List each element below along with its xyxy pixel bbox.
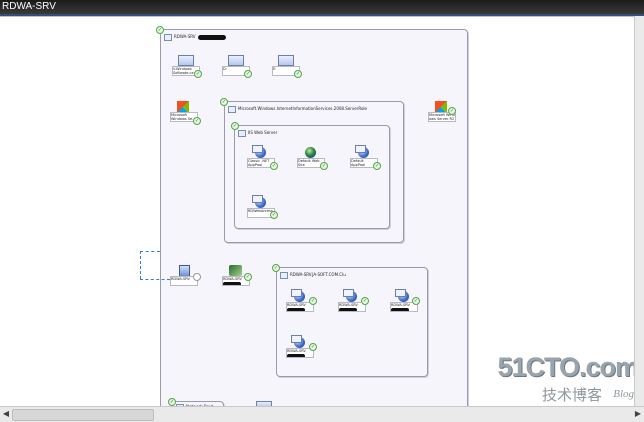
redacted-text <box>339 308 357 311</box>
connector-line <box>140 279 170 280</box>
health-check-icon: ✓ <box>373 162 381 170</box>
node-cluster-1[interactable]: RDWA-SRV <box>286 289 314 313</box>
watermark-blog: Blog <box>613 388 634 400</box>
instance-icon <box>395 289 409 302</box>
window-title: RDWA-SRV <box>2 1 56 12</box>
health-check-icon: ✓ <box>231 122 239 130</box>
group-title: RDWA-SRV.JA-SOFT.COM.Clu <box>290 272 346 277</box>
node-label-text: RDWA-SRV <box>223 277 242 281</box>
health-check-icon: ✓ <box>272 264 280 272</box>
health-check-icon: ✓ <box>156 26 164 34</box>
apppool-icon <box>252 145 266 158</box>
health-check-icon: ✓ <box>448 107 456 115</box>
health-check-icon: ✓ <box>361 297 369 305</box>
redacted-text <box>223 282 241 285</box>
computer-icon <box>164 33 172 41</box>
health-check-icon: ✓ <box>412 297 420 305</box>
node-cluster-4[interactable]: RDWA-SRV <box>286 335 314 359</box>
scroll-left-icon[interactable]: ◀ <box>1 409 11 419</box>
globe-icon <box>305 147 316 158</box>
group-cluster[interactable]: RDWA-SRV.JA-SOFT.COM.Clu <box>276 267 428 377</box>
node-cluster-2[interactable]: RDWA-SRV <box>338 289 366 313</box>
health-check-icon: ✓ <box>244 70 252 78</box>
scroll-thumb[interactable] <box>12 409 154 421</box>
scroll-right-icon[interactable]: ▶ <box>633 409 643 419</box>
diagram-canvas[interactable]: RDWA-SRV ✓ V.Windows Softwate.ce ✓ D: ✓ … <box>0 16 634 415</box>
node-label-text: RDWA-SRV <box>287 303 306 307</box>
health-check-icon: ✓ <box>168 398 176 406</box>
service-icon <box>229 265 242 276</box>
redacted-text <box>197 34 226 40</box>
vertical-scrollbar[interactable] <box>634 16 644 406</box>
apppool-icon <box>252 195 266 208</box>
watermark-cn: 技术博客 <box>541 386 602 404</box>
instance-icon <box>291 289 305 302</box>
group-header: RDWA-SRV.JA-SOFT.COM.Clu <box>280 270 346 280</box>
connector-line <box>140 251 160 252</box>
watermark: 51CTO.com 技术博客 Blog <box>497 352 639 406</box>
node-label-text: RDWA-SRV <box>391 303 410 307</box>
horizontal-scrollbar[interactable]: ◀ ▶ <box>0 406 644 422</box>
health-check-icon: ✓ <box>220 98 228 106</box>
role-icon <box>228 105 236 113</box>
health-check-icon: ✓ <box>193 117 201 125</box>
group-title: IIS Web Server <box>248 130 278 135</box>
health-check-icon: ✓ <box>270 162 278 170</box>
group-title: RDWA-SRV <box>174 34 196 39</box>
health-check-icon: ✓ <box>320 162 328 170</box>
volume-icon <box>228 55 244 66</box>
volume-icon <box>278 55 294 66</box>
health-check-icon: ✓ <box>309 297 317 305</box>
redacted-text <box>391 308 409 311</box>
redacted-text <box>287 308 305 311</box>
status-icon <box>193 273 201 281</box>
redacted-text <box>287 354 305 357</box>
instance-icon <box>291 335 305 348</box>
window-titlebar: RDWA-SRV <box>0 0 644 16</box>
health-check-icon: ✓ <box>244 273 252 281</box>
instance-icon <box>343 289 357 302</box>
group-header: RDWA-SRV <box>164 32 226 42</box>
node-label-text: RDWA-SRV <box>339 303 358 307</box>
node-label-text: RDWA-SRV <box>287 349 306 353</box>
health-check-icon: ✓ <box>194 70 202 78</box>
group-title: Microsoft.Windows.InternetInformationSer… <box>238 106 367 111</box>
apppool-icon <box>355 145 369 158</box>
watermark-site: 51CTO.com <box>497 352 639 382</box>
group-header: Microsoft.Windows.InternetInformationSer… <box>228 104 367 114</box>
group-header: IIS Web Server <box>238 128 277 138</box>
health-check-icon: ✓ <box>294 70 302 78</box>
volume-icon <box>178 55 194 66</box>
health-check-icon: ✓ <box>270 211 278 219</box>
cluster-icon <box>280 271 288 279</box>
connector-line <box>140 251 141 279</box>
health-check-icon: ✓ <box>309 343 317 351</box>
web-server-icon <box>238 129 246 137</box>
